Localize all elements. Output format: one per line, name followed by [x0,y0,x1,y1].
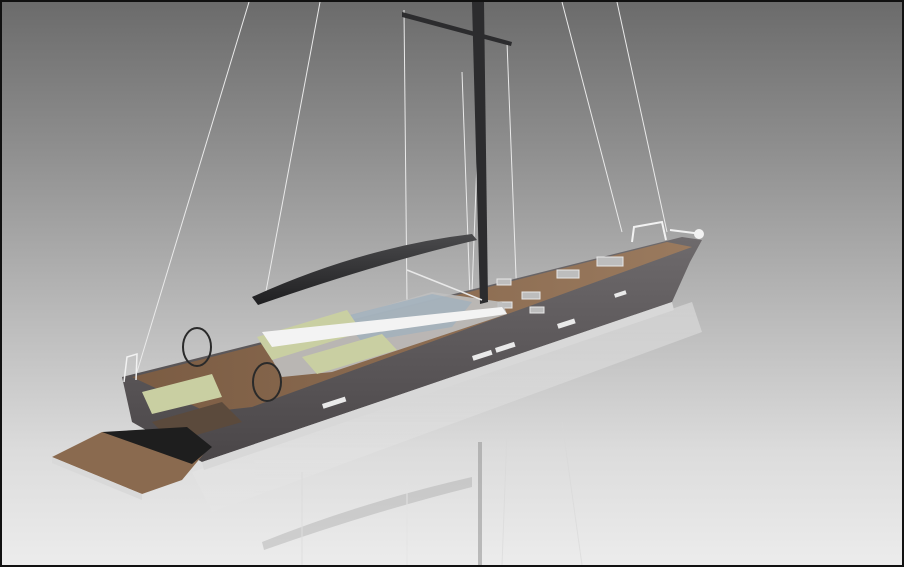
image-frame [0,0,904,567]
mast [402,2,512,304]
swim-platform [52,427,212,500]
yacht-rendering [52,2,704,565]
